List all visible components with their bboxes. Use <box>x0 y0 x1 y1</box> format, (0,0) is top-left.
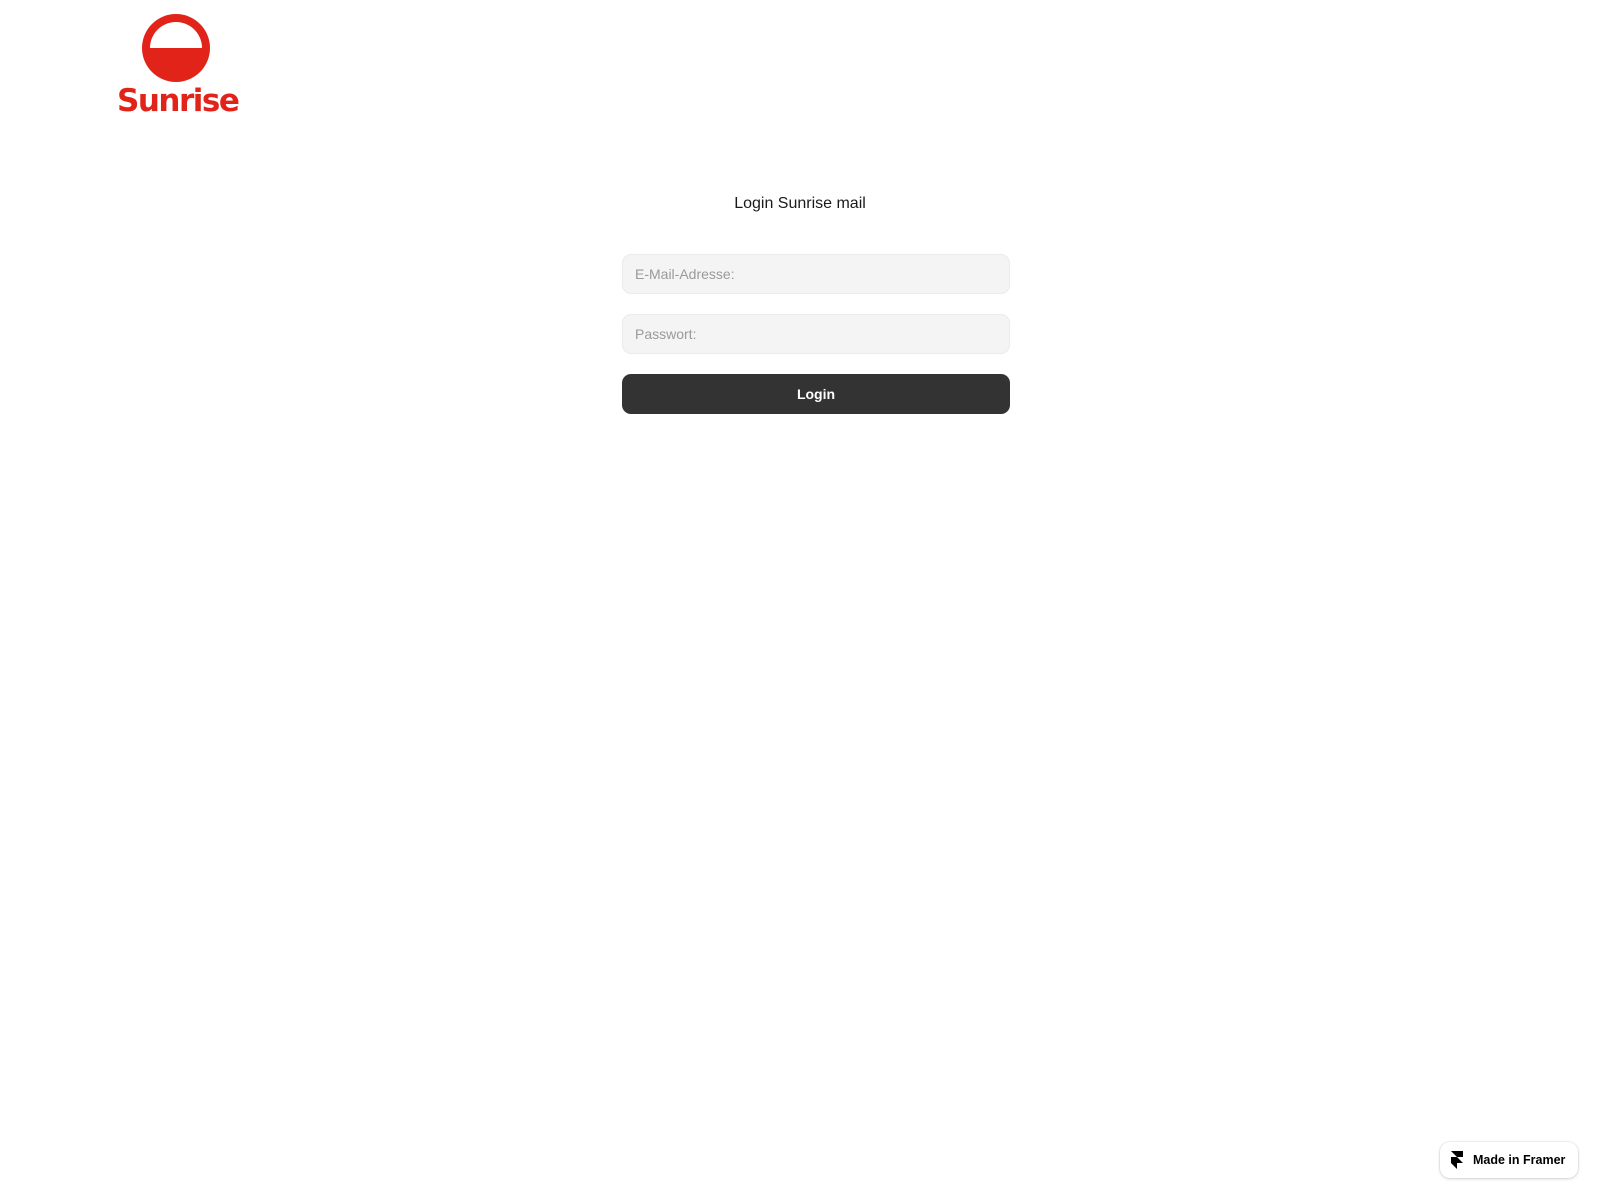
sunrise-logo-icon <box>142 14 210 82</box>
login-title: Login Sunrise mail <box>734 195 866 212</box>
made-in-framer-label: Made in Framer <box>1473 1153 1566 1167</box>
framer-icon <box>1451 1151 1463 1169</box>
password-field[interactable] <box>622 314 1010 354</box>
made-in-framer-badge[interactable]: Made in Framer <box>1440 1142 1578 1178</box>
sunrise-logo-text: Sunrise <box>117 83 240 119</box>
sunrise-logo: Sunrise <box>117 13 240 123</box>
login-button[interactable]: Login <box>622 374 1010 414</box>
email-field[interactable] <box>622 254 1010 294</box>
login-page: Sunrise Login Sunrise mail Login Made in… <box>0 0 1600 1200</box>
